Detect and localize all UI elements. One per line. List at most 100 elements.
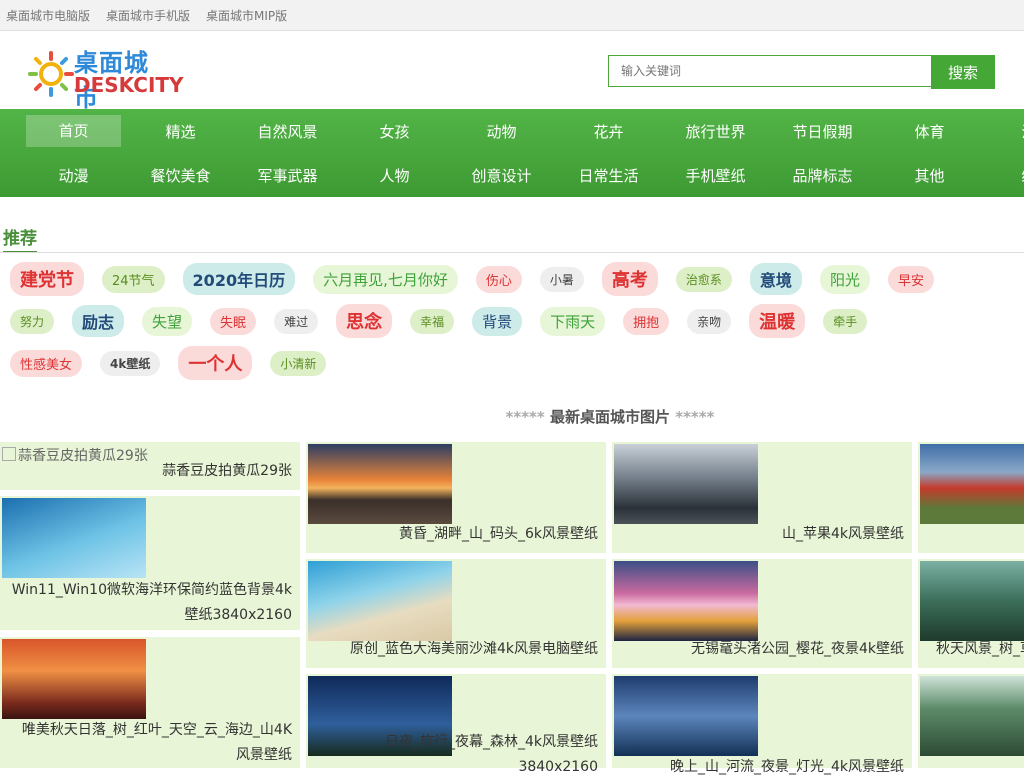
search-button[interactable]: 搜索 xyxy=(931,55,995,89)
image-card[interactable] xyxy=(918,442,1024,553)
tag-cloud: 建党节 24节气 2020年日历 六月再见,七月你好 伤心 小暑 高考 治愈系 … xyxy=(10,258,1024,384)
tag[interactable]: 难过 xyxy=(274,308,319,334)
card-thumbnail[interactable] xyxy=(308,444,452,524)
latest-section-title: ***** 最新桌面城市图片 ***** xyxy=(0,406,1024,427)
nav-item-holidays[interactable]: 节日假期 xyxy=(769,121,876,142)
tag[interactable]: 亲吻 xyxy=(687,308,732,334)
nav-item-featured[interactable]: 精选 xyxy=(127,121,234,142)
card-caption[interactable]: 秋天风景_树_草地_4k风景壁纸 xyxy=(936,637,1024,662)
tag[interactable]: 24节气 xyxy=(102,265,165,293)
tag[interactable]: 牵手 xyxy=(823,308,868,334)
tag[interactable]: 治愈系 xyxy=(675,266,732,292)
tag[interactable]: 性感美女 xyxy=(10,349,83,377)
tag[interactable]: 4k壁纸 xyxy=(100,350,161,376)
card-caption[interactable]: 蒜香豆皮拍黄瓜29张 xyxy=(162,459,292,484)
sun-logo-icon xyxy=(28,51,74,97)
tag[interactable]: 失眠 xyxy=(210,307,257,335)
nav-item-flowers[interactable]: 花卉 xyxy=(555,121,662,142)
tag[interactable]: 拥抱 xyxy=(623,307,670,335)
image-card[interactable]: 晚上_山_河流_夜景_灯光_4k风景壁纸 xyxy=(612,674,912,775)
nav-item-girls[interactable]: 女孩 xyxy=(341,121,448,142)
tag[interactable]: 幸福 xyxy=(410,308,455,334)
card-thumbnail[interactable] xyxy=(2,498,146,578)
nav-item-mobile-wallpaper[interactable]: 手机壁纸 xyxy=(662,165,769,186)
latest-title-text: 最新桌面城市图片 xyxy=(549,408,670,426)
nav-item-military[interactable]: 军事武器 xyxy=(234,165,341,186)
nav-item-animals[interactable]: 动物 xyxy=(448,121,555,142)
tag[interactable]: 努力 xyxy=(10,308,55,334)
search-form: 搜索 xyxy=(608,55,995,89)
mobile-version-link[interactable]: 桌面城市手机版 xyxy=(106,7,190,24)
card-thumbnail[interactable] xyxy=(920,561,1024,641)
recommend-title: 推荐 xyxy=(3,224,37,253)
nav-item-other[interactable]: 其他 xyxy=(876,165,983,186)
tag[interactable]: 伤心 xyxy=(475,265,522,293)
site-logo[interactable]: 桌面城市 DESKCITY xyxy=(28,43,184,112)
card-thumbnail[interactable] xyxy=(308,561,452,641)
tag[interactable]: 意境 xyxy=(749,263,802,295)
nav-item-travel[interactable]: 旅行世界 xyxy=(662,121,769,142)
nav-item-food[interactable]: 餐饮美食 xyxy=(127,165,234,186)
nav-item-cars[interactable]: 汽车 xyxy=(983,121,1024,142)
tag[interactable]: 一个人 xyxy=(178,346,253,380)
card-thumbnail[interactable] xyxy=(920,444,1024,524)
image-card[interactable] xyxy=(918,674,1024,768)
nav-item-anime[interactable]: 动漫 xyxy=(20,165,127,186)
mip-version-link[interactable]: 桌面城市MIP版 xyxy=(206,7,287,24)
image-card[interactable]: 唯美秋天日落_树_红叶_天空_云_海边_山4K风景壁纸 xyxy=(0,637,300,768)
image-card[interactable]: 秋天风景_树_草地_4k风景壁纸 xyxy=(918,559,1024,668)
image-card[interactable]: 无锡鼋头渚公园_樱花_夜景4k壁纸 xyxy=(612,559,912,668)
broken-image-icon xyxy=(2,447,16,461)
tag-row-3: 性感美女 4k壁纸 一个人 小清新 xyxy=(10,342,1024,384)
tag[interactable]: 思念 xyxy=(336,304,393,338)
card-caption[interactable]: 唯美秋天日落_树_红叶_天空_云_海边_山4K风景壁纸 xyxy=(8,718,292,768)
title-stars-left: ***** xyxy=(505,408,545,426)
card-thumbnail[interactable] xyxy=(920,676,1024,756)
tag[interactable]: 失望 xyxy=(142,306,193,336)
tag[interactable]: 早安 xyxy=(887,265,934,293)
nav-item-creative[interactable]: 创意设计 xyxy=(448,165,555,186)
image-card[interactable]: 黄昏_湖畔_山_码头_6k风景壁纸 xyxy=(306,442,606,553)
image-card[interactable]: 蒜香豆皮拍黄瓜29张 蒜香豆皮拍黄瓜29张 xyxy=(0,442,300,490)
card-caption[interactable]: 原创_蓝色大海美丽沙滩4k风景电脑壁纸 xyxy=(350,637,598,662)
nav-item-home[interactable]: 首页 xyxy=(26,115,121,147)
card-thumbnail[interactable] xyxy=(614,444,758,524)
recommend-divider xyxy=(0,252,1024,253)
nav-item-daily-life[interactable]: 日常生活 xyxy=(555,165,662,186)
category-nav: 首页 精选 自然风景 女孩 动物 花卉 旅行世界 节日假期 体育 汽车 动漫 餐… xyxy=(0,109,1024,197)
card-caption[interactable]: Win11_Win10微软海洋环保简约蓝色背景4k壁纸3840x2160 xyxy=(8,578,292,628)
tag[interactable]: 小清新 xyxy=(270,350,327,376)
tag-row-1: 建党节 24节气 2020年日历 六月再见,七月你好 伤心 小暑 高考 治愈系 … xyxy=(10,258,1024,300)
nav-row-1: 首页 精选 自然风景 女孩 动物 花卉 旅行世界 节日假期 体育 汽车 xyxy=(0,109,1024,153)
search-input[interactable] xyxy=(608,55,931,87)
tag[interactable]: 2020年日历 xyxy=(182,263,296,295)
nav-item-brands[interactable]: 品牌标志 xyxy=(769,165,876,186)
card-thumbnail[interactable] xyxy=(614,676,758,756)
logo-english-text: DESKCITY xyxy=(74,73,184,97)
broken-image-alt: 蒜香豆皮拍黄瓜29张 xyxy=(2,445,148,465)
tag[interactable]: 背景 xyxy=(472,306,523,336)
tag[interactable]: 温暖 xyxy=(749,304,806,338)
nav-item-nature[interactable]: 自然风景 xyxy=(234,121,341,142)
card-caption[interactable]: 日夜_旅行_夜幕_森林_4k风景壁纸3840x2160 xyxy=(306,730,598,780)
tag[interactable]: 阳光 xyxy=(819,264,870,294)
image-card[interactable]: Win11_Win10微软海洋环保简约蓝色背景4k壁纸3840x2160 xyxy=(0,496,300,630)
tag[interactable]: 励志 xyxy=(72,305,125,337)
tag[interactable]: 小暑 xyxy=(539,266,584,292)
image-card[interactable]: 原创_蓝色大海美丽沙滩4k风景电脑壁纸 xyxy=(306,559,606,668)
nav-item-painting[interactable]: 绘画 xyxy=(983,165,1024,186)
card-thumbnail[interactable] xyxy=(614,561,758,641)
tag[interactable]: 下雨天 xyxy=(540,306,606,336)
desktop-version-link[interactable]: 桌面城市电脑版 xyxy=(6,7,90,24)
nav-item-sports[interactable]: 体育 xyxy=(876,121,983,142)
card-caption[interactable]: 无锡鼋头渚公园_樱花_夜景4k壁纸 xyxy=(691,637,904,662)
tag[interactable]: 建党节 xyxy=(10,262,84,296)
card-caption[interactable]: 黄昏_湖畔_山_码头_6k风景壁纸 xyxy=(399,522,598,547)
tag[interactable]: 六月再见,七月你好 xyxy=(313,264,458,294)
image-card[interactable]: 山_苹果4k风景壁纸 xyxy=(612,442,912,553)
card-caption[interactable]: 山_苹果4k风景壁纸 xyxy=(782,522,904,547)
card-thumbnail[interactable] xyxy=(2,639,146,719)
nav-item-people[interactable]: 人物 xyxy=(341,165,448,186)
image-card[interactable]: 日夜_旅行_夜幕_森林_4k风景壁纸3840x2160 xyxy=(306,674,606,775)
tag[interactable]: 高考 xyxy=(601,262,658,296)
